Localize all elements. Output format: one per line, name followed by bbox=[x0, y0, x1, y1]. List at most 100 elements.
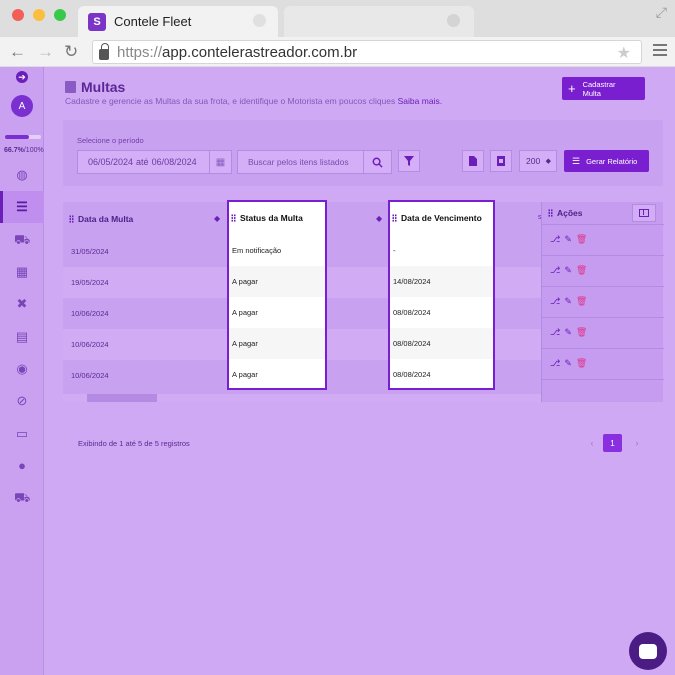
add-fine-label: Cadastrar Multa bbox=[582, 79, 616, 98]
scrollbar-thumb[interactable] bbox=[87, 394, 157, 402]
contele-logo-icon: S bbox=[88, 12, 106, 31]
actions-column: Ações ⎇ ✎ 🗑 ⎇ ✎ 🗑 ⎇ ✎ 🗑 ⎇ ✎ 🗑 ⎇ ✎ 🗑 bbox=[541, 202, 664, 402]
avatar[interactable]: A bbox=[11, 95, 33, 117]
edit-icon[interactable]: ✎ bbox=[564, 327, 572, 341]
cell-data-multa: 10/06/2024 bbox=[71, 309, 109, 318]
back-icon[interactable]: ← bbox=[9, 42, 26, 62]
prev-page-icon[interactable]: ‹ bbox=[585, 434, 599, 452]
minimize-window-dot[interactable] bbox=[33, 9, 45, 21]
delete-icon[interactable]: 🗑 bbox=[576, 265, 587, 279]
car2-icon[interactable]: ⛟ bbox=[14, 490, 30, 506]
document-icon[interactable]: ▤ bbox=[14, 329, 30, 345]
driver-icon[interactable]: ⎇ bbox=[550, 296, 560, 310]
ban-icon[interactable]: ⊘ bbox=[14, 393, 30, 409]
delete-icon[interactable]: 🗑 bbox=[576, 296, 587, 310]
reload-icon[interactable]: ↻ bbox=[64, 42, 78, 62]
column-header-acoes: Ações bbox=[548, 208, 583, 218]
drag-handle-icon[interactable] bbox=[548, 209, 553, 217]
drag-handle-icon[interactable] bbox=[392, 214, 397, 222]
grid-icon[interactable]: ▦ bbox=[14, 264, 30, 280]
url-field[interactable]: https://app.contelerastreador.com.br ★ bbox=[92, 40, 642, 64]
cell-data-multa: 31/05/2024 bbox=[71, 247, 109, 256]
cell-vencimento: 08/08/2024 bbox=[393, 370, 431, 379]
edit-icon[interactable]: ✎ bbox=[564, 265, 572, 279]
cell-status: Em notificação bbox=[232, 246, 282, 255]
browser-tab-active[interactable]: S Contele Fleet bbox=[78, 6, 278, 37]
filter-icon[interactable] bbox=[398, 150, 420, 172]
select-caret-icon: ◆ bbox=[545, 158, 551, 165]
circle-icon[interactable]: ◉ bbox=[14, 361, 30, 377]
page-size-select[interactable]: 200 ◆ bbox=[519, 150, 557, 172]
row-actions: ⎇ ✎ 🗑 bbox=[550, 234, 587, 248]
cell-vencimento: - bbox=[393, 246, 396, 255]
cell-data-multa: 10/06/2024 bbox=[71, 340, 109, 349]
cell-status: A pagar bbox=[232, 339, 258, 348]
driver-icon[interactable]: ⎇ bbox=[550, 327, 560, 341]
learn-more-link[interactable]: Saiba mais. bbox=[398, 96, 442, 106]
browser-menu-icon[interactable] bbox=[653, 44, 667, 59]
main-content: Multas Cadastre e gerencie as Multas da … bbox=[45, 67, 675, 675]
next-page-icon[interactable]: › bbox=[630, 434, 644, 452]
maximize-window-dot[interactable] bbox=[54, 9, 66, 21]
page-subtitle-text: Cadastre e gerencie as Multas da sua fro… bbox=[65, 96, 396, 106]
sort-icon[interactable]: ◆ bbox=[376, 214, 382, 223]
date-from: 06/05/2024 bbox=[88, 157, 134, 167]
browser-tab-new[interactable] bbox=[284, 6, 474, 37]
card-icon[interactable]: ▭ bbox=[14, 426, 30, 442]
bookmark-star-icon[interactable]: ★ bbox=[617, 43, 631, 63]
tab-title: Contele Fleet bbox=[114, 14, 192, 29]
delete-icon[interactable]: 🗑 bbox=[576, 358, 587, 372]
page-size-value: 200 bbox=[526, 156, 541, 166]
calendar-icon[interactable]: ▦ bbox=[209, 151, 231, 173]
export-excel-icon[interactable] bbox=[490, 150, 512, 172]
row-actions: ⎇ ✎ 🗑 bbox=[550, 327, 587, 341]
cell-status: A pagar bbox=[232, 370, 258, 379]
column-header-label: Data de Vencimento bbox=[401, 213, 482, 223]
edit-icon[interactable]: ✎ bbox=[564, 234, 572, 248]
divider bbox=[542, 255, 664, 256]
url-host: app.contelerastreador.com.br bbox=[162, 43, 358, 61]
column-header-data-multa[interactable]: Data da Multa bbox=[69, 202, 229, 236]
tools-icon[interactable]: ✖ bbox=[14, 296, 30, 312]
column-toggle-button[interactable] bbox=[632, 204, 656, 222]
car-icon[interactable]: ⛟ bbox=[14, 232, 30, 248]
generate-report-button[interactable]: ☰ Gerar Relatório bbox=[564, 150, 649, 172]
horizontal-scrollbar[interactable] bbox=[63, 394, 541, 402]
chat-button[interactable] bbox=[629, 632, 667, 670]
delete-icon[interactable]: 🗑 bbox=[576, 234, 587, 248]
page-title-text: Multas bbox=[81, 79, 126, 95]
browser-window: S Contele Fleet ⤢ ← → ↻ https://app.cont… bbox=[0, 0, 675, 675]
progress-fill bbox=[5, 135, 29, 139]
drag-handle-icon[interactable] bbox=[69, 215, 74, 223]
drag-handle-icon[interactable] bbox=[231, 214, 236, 222]
tab-close-icon[interactable] bbox=[447, 14, 460, 27]
user-icon[interactable]: ● bbox=[14, 458, 30, 474]
pagination-info: Exibindo de 1 até 5 de 5 registros bbox=[78, 439, 190, 448]
tab-close-icon[interactable] bbox=[253, 14, 266, 27]
add-fine-button[interactable]: + Cadastrar Multa bbox=[562, 77, 645, 100]
close-window-dot[interactable] bbox=[12, 9, 24, 21]
column-header-status[interactable]: Status da Multa bbox=[229, 202, 303, 234]
expand-icon[interactable]: ⤢ bbox=[656, 4, 667, 21]
row-actions: ⎇ ✎ 🗑 bbox=[550, 296, 587, 310]
arrow-right-icon[interactable]: ➔ bbox=[16, 71, 28, 83]
driver-icon[interactable]: ⎇ bbox=[550, 265, 560, 279]
forward-icon[interactable]: → bbox=[37, 42, 54, 62]
edit-icon[interactable]: ✎ bbox=[564, 358, 572, 372]
row-actions: ⎇ ✎ 🗑 bbox=[550, 265, 587, 279]
driver-icon[interactable]: ⎇ bbox=[550, 358, 560, 372]
column-header-vencimento[interactable]: Data de Vencimento bbox=[390, 202, 482, 234]
delete-icon[interactable]: 🗑 bbox=[576, 327, 587, 341]
date-range-field[interactable]: 06/05/2024 até 06/08/2024 ▦ bbox=[77, 150, 232, 174]
edit-icon[interactable]: ✎ bbox=[564, 296, 572, 310]
date-sep: até bbox=[136, 157, 149, 167]
search-icon[interactable] bbox=[363, 151, 391, 173]
divider bbox=[542, 317, 664, 318]
page-button-current[interactable]: 1 bbox=[603, 434, 622, 452]
list-icon[interactable]: ☰ bbox=[14, 199, 30, 215]
driver-icon[interactable]: ⎇ bbox=[550, 234, 560, 248]
sort-icon[interactable]: ◆ bbox=[214, 214, 220, 223]
export-pdf-icon[interactable] bbox=[462, 150, 484, 172]
globe-icon[interactable]: ◍ bbox=[14, 167, 30, 183]
search-input[interactable]: Buscar pelos itens listados bbox=[237, 150, 392, 174]
